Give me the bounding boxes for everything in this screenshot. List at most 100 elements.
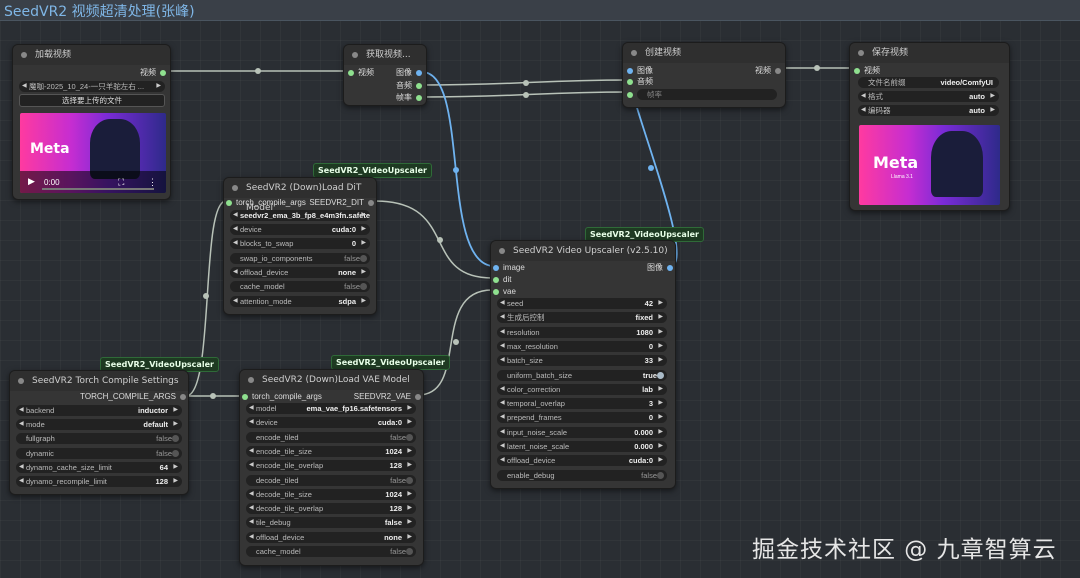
node-title[interactable]: 加载视频 [13, 45, 170, 65]
increment-icon[interactable]: ▶ [407, 517, 412, 528]
decrement-icon[interactable]: ◀ [500, 312, 505, 323]
increment-icon[interactable]: ▶ [407, 446, 412, 457]
widget-input-noise-scale[interactable]: ◀ input_noise_scale 0.000 ▶ [497, 426, 667, 438]
output-seedvr2-dit[interactable]: SEEDVR2_DIT [309, 197, 374, 209]
decrement-icon[interactable]: ◀ [19, 419, 24, 430]
decrement-icon[interactable]: ◀ [500, 455, 505, 466]
decrement-icon[interactable]: ◀ [19, 405, 24, 416]
filename-prefix-widget[interactable]: 文件名前缀 video/ComfyUI [858, 77, 999, 88]
widget-decode-tile-size[interactable]: ◀ decode_tile_size 1024 ▶ [246, 488, 416, 500]
decrement-icon[interactable]: ◀ [233, 238, 238, 249]
increment-icon[interactable]: ▶ [658, 384, 663, 395]
create-video-node[interactable]: 创建视频 图像 音频 帧率 视频 [622, 42, 786, 108]
toggle-knob-icon[interactable] [172, 435, 179, 443]
widget-dynamo-recompile-limit[interactable]: ◀ dynamo_recompile_limit 128 ▶ [16, 476, 182, 487]
output-video[interactable]: 视频 [755, 65, 781, 77]
increment-icon[interactable]: ▶ [658, 455, 663, 466]
upload-button[interactable]: 选择要上传的文件 [19, 94, 165, 107]
widget-tile-debug[interactable]: ◀ tile_debug false ▶ [246, 517, 416, 529]
widget-swap-io-components[interactable]: swap_io_components false [230, 252, 370, 264]
decrement-icon[interactable]: ◀ [249, 417, 254, 428]
toggle-knob-icon[interactable] [657, 471, 664, 479]
decrement-icon[interactable]: ◀ [249, 460, 254, 471]
codec-widget[interactable]: ◀ 编码器 auto ▶ [858, 105, 999, 116]
input-audio[interactable]: 音频 [627, 76, 653, 88]
increment-icon[interactable]: ▶ [407, 460, 412, 471]
decrement-icon[interactable]: ◀ [500, 441, 505, 452]
widget-decode-tiled[interactable]: decode_tiled false [246, 474, 416, 486]
decrement-icon[interactable]: ◀ [233, 296, 238, 307]
decrement-icon[interactable]: ◀ [233, 267, 238, 278]
decrement-icon[interactable]: ◀ [233, 224, 238, 235]
increment-icon[interactable]: ▶ [658, 355, 663, 366]
output-image[interactable]: 图像 [396, 67, 422, 79]
increment-icon[interactable]: ▶ [173, 419, 178, 430]
widget-encode-tiled[interactable]: encode_tiled false [246, 431, 416, 443]
widget-resolution[interactable]: ◀ resolution 1080 ▶ [497, 326, 667, 338]
format-widget[interactable]: ◀ 格式 auto ▶ [858, 91, 999, 102]
increment-icon[interactable]: ▶ [658, 341, 663, 352]
widget-decode-tile-overlap[interactable]: ◀ decode_tile_overlap 128 ▶ [246, 503, 416, 515]
decrement-icon[interactable]: ◀ [500, 341, 505, 352]
increment-icon[interactable]: ▶ [658, 398, 663, 409]
input-torch-compile-args[interactable]: torch_compile_args [226, 197, 306, 209]
load-video-node[interactable]: 加载视频 视频 ◀ 魔咖-2025_10_24-一只羊驼左右 ... ▶ 选择要上传… [12, 44, 171, 200]
widget-encode-tile-size[interactable]: ◀ encode_tile_size 1024 ▶ [246, 445, 416, 457]
widget-model[interactable]: ◀ model ema_vae_fp16.safetensors ▶ [246, 403, 416, 414]
node-title[interactable]: 保存视频 [850, 43, 1009, 63]
widget-offload-device[interactable]: ◀ offload_device none ▶ [246, 531, 416, 543]
widget-[interactable]: ◀ 生成后控制 fixed ▶ [497, 312, 667, 324]
widget-offload-device[interactable]: ◀ offload_device cuda:0 ▶ [497, 455, 667, 467]
get-video-node[interactable]: 获取视频... 视频 图像 音频 帧率 [343, 44, 427, 106]
decrement-icon[interactable]: ◀ [249, 403, 254, 414]
decrement-icon[interactable]: ◀ [500, 398, 505, 409]
decrement-icon[interactable]: ◀ [500, 384, 505, 395]
widget-batch-size[interactable]: ◀ batch_size 33 ▶ [497, 355, 667, 367]
increment-icon[interactable]: ▶ [407, 417, 412, 428]
output-fps[interactable]: 帧率 [396, 92, 422, 104]
input-image[interactable]: image [493, 262, 525, 274]
widget-cache-model[interactable]: cache_model false [246, 546, 416, 557]
widget-latent-noise-scale[interactable]: ◀ latent_noise_scale 0.000 ▶ [497, 441, 667, 452]
widget-offload-device[interactable]: ◀ offload_device none ▶ [230, 266, 370, 278]
increment-icon[interactable]: ▶ [173, 405, 178, 416]
video-preview[interactable]: Meta ▶ 0:00 ⛶ ⋮ [20, 113, 166, 193]
decrement-icon[interactable]: ◀ [249, 503, 254, 514]
widget-cache-model[interactable]: cache_model false [230, 281, 370, 293]
progress-bar[interactable] [42, 188, 154, 190]
widget-backend[interactable]: ◀ backend inductor ▶ [16, 405, 182, 416]
toggle-knob-icon[interactable] [406, 433, 413, 441]
decrement-icon[interactable]: ◀ [19, 462, 24, 473]
output-image[interactable]: 图像 [647, 262, 673, 274]
toggle-knob-icon[interactable] [406, 476, 413, 484]
increment-icon[interactable]: ▶ [658, 312, 663, 323]
more-icon[interactable]: ⋮ [148, 177, 157, 188]
decrement-icon[interactable]: ◀ [500, 412, 505, 423]
increment-icon[interactable]: ▶ [361, 224, 366, 235]
increment-icon[interactable]: ▶ [407, 532, 412, 543]
widget-device[interactable]: ◀ device cuda:0 ▶ [230, 224, 370, 235]
widget-color-correction[interactable]: ◀ color_correction lab ▶ [497, 383, 667, 395]
toggle-knob-icon[interactable] [172, 449, 179, 457]
input-torch-compile-args[interactable]: torch_compile_args [242, 391, 322, 403]
widget-device[interactable]: ◀ device cuda:0 ▶ [246, 417, 416, 429]
increment-icon[interactable]: ▶ [361, 296, 366, 307]
increment-icon[interactable]: ▶ [658, 412, 663, 423]
node-title[interactable]: SeedVR2 Torch Compile Settings [10, 371, 188, 391]
dit-model-select[interactable]: ◀seedvr2_ema_3b_fp8_e4m3fn.safetens...▶ [230, 210, 370, 221]
output-seedvr2-vae[interactable]: SEEDVR2_VAE [354, 391, 421, 403]
increment-icon[interactable]: ▶ [361, 267, 366, 278]
increment-icon[interactable]: ▶ [658, 298, 663, 309]
node-title[interactable]: SeedVR2 (Down)Load VAE Model [240, 370, 423, 390]
file-select[interactable]: ◀ 魔咖-2025_10_24-一只羊驼左右 ... ▶ [19, 81, 165, 92]
decrement-icon[interactable]: ◀ [249, 489, 254, 500]
increment-icon[interactable]: ▶ [658, 327, 663, 338]
increment-icon[interactable]: ▶ [407, 403, 412, 414]
decrement-icon[interactable]: ◀ [19, 476, 24, 487]
widget-enable-debug[interactable]: enable_debug false [497, 469, 667, 481]
widget-uniform-batch-size[interactable]: uniform_batch_size true [497, 369, 667, 381]
decrement-icon[interactable]: ◀ [500, 298, 505, 309]
vae-loader-node[interactable]: SeedVR2 (Down)Load VAE Model torch_compi… [239, 369, 424, 566]
decrement-icon[interactable]: ◀ [500, 355, 505, 366]
output-video[interactable]: 视频 [140, 67, 166, 79]
